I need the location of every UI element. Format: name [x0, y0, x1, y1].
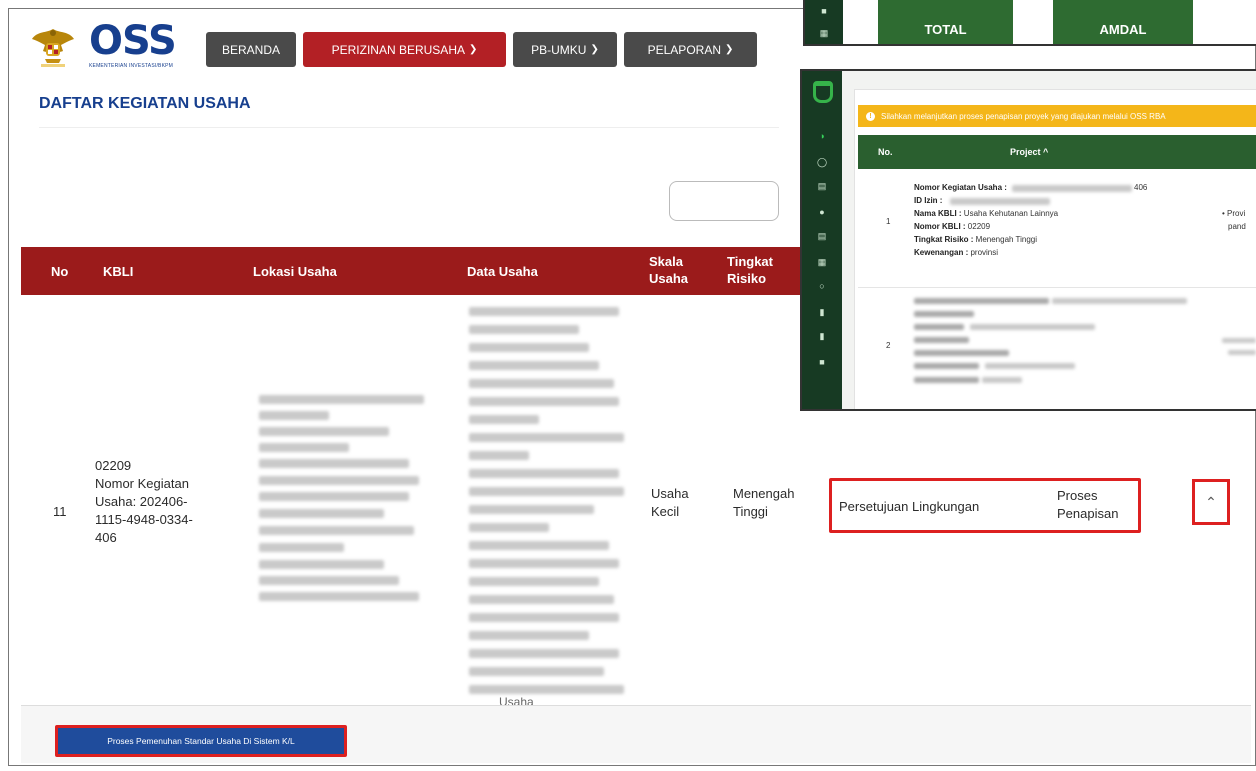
cell-no: 11 [53, 504, 67, 519]
chevron-up-icon: ⌃ [1205, 493, 1217, 510]
proses-pemenuhan-standar-button[interactable]: Proses Pemenuhan Standar Usaha Di Sistem… [55, 725, 347, 757]
nav-beranda-label: BERANDA [221, 42, 280, 57]
cell-persetujuan-lingkungan: Persetujuan Lingkungan [839, 499, 980, 514]
project-row-1-location-1: • Provi [1222, 209, 1246, 218]
tingkat-risiko-label: Tingkat Risiko : [914, 235, 974, 244]
chevron-down-icon: ❯ [590, 44, 599, 55]
row-expand-button[interactable]: ⌃ [1192, 479, 1230, 525]
nomor-kegiatan-redacted [1012, 185, 1132, 192]
grid-icon[interactable]: ▦ [817, 257, 827, 267]
garuda-emblem [32, 29, 74, 67]
nav-pelaporan-label: PELAPORAN [647, 42, 721, 57]
nomor-kbli-value: 02209 [967, 222, 991, 231]
book-icon[interactable]: ▮ [817, 307, 827, 317]
info-icon: ! [866, 111, 875, 121]
th-data-usaha: Data Usaha [467, 264, 538, 279]
nav-pb-umku-label: PB-UMKU [531, 42, 587, 57]
nav-beranda[interactable]: BERANDA [206, 32, 296, 67]
amdalnet-logo-icon [813, 81, 833, 103]
project-table-header: No. Project ^ [858, 135, 1256, 169]
id-izin-redacted [950, 198, 1050, 205]
kewenangan-label: Kewenangan : [914, 248, 969, 257]
nama-kbli-value: Usaha Kehutanan Lainnya [963, 209, 1059, 218]
project-row-2-no: 2 [886, 341, 891, 350]
dashboard-snippet: ■ ▦ TOTAL AMDAL [803, 0, 1256, 46]
nama-kbli-label: Nama KBLI : [914, 209, 962, 218]
id-izin-label: ID Izin : [914, 196, 943, 205]
document-icon[interactable]: ▤ [817, 181, 827, 191]
project-row-1-no: 1 [886, 217, 891, 226]
nav-perizinan-label: PERIZINAN BERUSAHA [331, 42, 465, 57]
settings-icon[interactable]: ○ [817, 281, 827, 291]
dashboard-icon[interactable]: ◑ [817, 131, 827, 141]
tag-icon[interactable]: ● [817, 207, 827, 217]
nomor-kegiatan-suffix: 406 [1134, 183, 1148, 192]
nav-pelaporan[interactable]: PELAPORAN ❯ [624, 32, 757, 67]
nomor-kegiatan-label: Nomor Kegiatan Usaha : [914, 183, 1007, 192]
cell-skala-usaha: Usaha Kecil [651, 486, 689, 519]
th-no: No [51, 264, 69, 279]
oss-logo-subtitle: KEMENTERIAN INVESTASI/BKPM [89, 63, 174, 69]
title-divider [39, 127, 779, 128]
project-row-1-location-2: pand [1228, 222, 1246, 231]
page-title: DAFTAR KEGIATAN USAHA [39, 95, 251, 112]
tile-total[interactable]: TOTAL [878, 0, 1013, 44]
penapisan-alert: ! Silahkan melanjutkan proses penapisan … [858, 105, 1256, 127]
oss-logo[interactable]: OSS [89, 19, 177, 63]
nomor-kbli-label: Nomor KBLI : [914, 222, 966, 231]
cell-tingkat-risiko: Menengah Tinggi [733, 486, 795, 519]
th-project-no: No. [878, 147, 893, 157]
kewenangan-value: provinsi [970, 248, 999, 257]
amdalnet-sidebar: ◑ ◯ ▤ ● ▤ ▦ ○ ▮ ▮ ■ [802, 71, 842, 409]
search-input[interactable] [669, 181, 779, 221]
th-project[interactable]: Project ^ [1010, 147, 1048, 157]
list-icon[interactable]: ▤ [817, 231, 827, 241]
users-icon[interactable]: ■ [817, 357, 827, 367]
project-row-divider [858, 287, 1256, 288]
cell-kbli-code: 02209 [95, 458, 132, 473]
user-icon: ■ [821, 6, 827, 16]
th-tingkat-risiko: Tingkat Risiko [727, 254, 773, 286]
dashboard-sidebar: ■ ▦ [805, 0, 843, 44]
tingkat-risiko-value: Menengah Tinggi [975, 235, 1038, 244]
cell-status-proses-penapisan: Proses Penapisan [1057, 488, 1119, 521]
alert-text: Silahkan melanjutkan proses penapisan pr… [881, 111, 1166, 121]
chevron-down-icon: ❯ [468, 44, 478, 55]
th-kbli: KBLI [103, 264, 134, 279]
nav-pb-umku[interactable]: PB-UMKU ❯ [513, 32, 617, 67]
nav-perizinan-berusaha[interactable]: PERIZINAN BERUSAHA ❯ [303, 32, 506, 67]
chevron-down-icon: ❯ [724, 44, 734, 55]
person-icon[interactable]: ◯ [817, 157, 827, 167]
cell-kbli-nomor-kegiatan: Nomor Kegiatan Usaha: 202406-1115-4948-0… [95, 476, 193, 545]
th-skala-usaha: Skala Usaha [649, 254, 689, 286]
building-icon: ▦ [819, 28, 829, 38]
tile-amdal[interactable]: AMDAL [1053, 0, 1193, 44]
th-lokasi-usaha: Lokasi Usaha [253, 264, 337, 279]
book-icon[interactable]: ▮ [817, 331, 827, 341]
